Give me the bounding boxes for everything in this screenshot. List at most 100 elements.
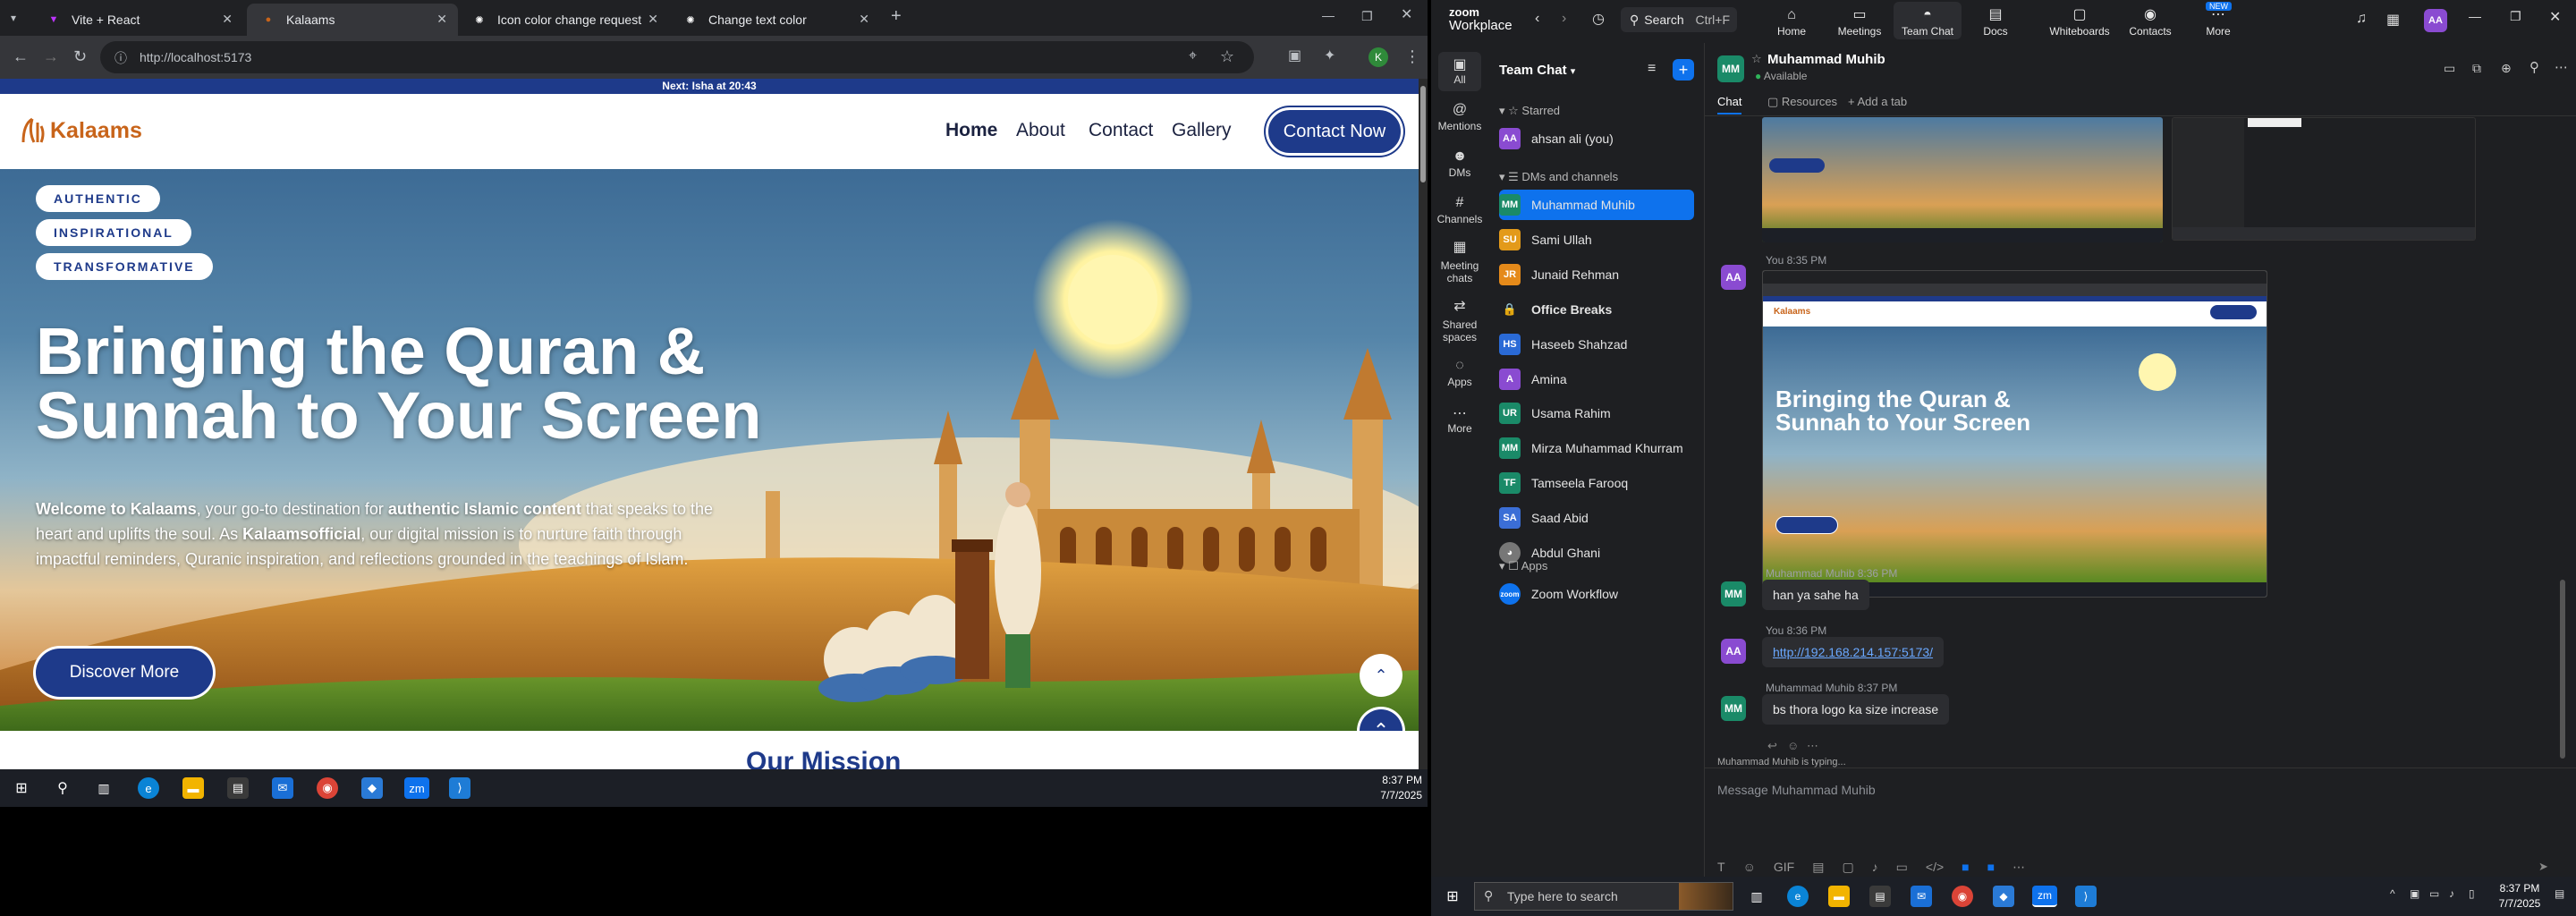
site-logo[interactable]: Kalaams [20,115,142,146]
top-tab-team-chat[interactable]: ◓ Team Chat [1894,2,1962,39]
app-icon[interactable]: ■ [1962,860,1969,875]
store-icon[interactable]: ▤ [227,777,249,799]
file-explorer-icon[interactable]: ▬ [182,777,204,799]
minimize-icon[interactable]: — [1322,7,1335,23]
location-icon[interactable]: ⌖ [1189,48,1197,64]
task-view-icon[interactable]: ▥ [1746,886,1767,907]
contact-now-button[interactable]: Contact Now [1268,110,1401,153]
mail-icon[interactable]: ✉ [1911,886,1932,907]
new-chat-button[interactable]: + [1673,59,1694,81]
rail-more[interactable]: ⋯ More [1431,404,1488,435]
scrollbar-thumb[interactable] [1420,86,1426,182]
chat-list-item-saad-abid[interactable]: SA Saad Abid [1499,503,1694,533]
history-icon[interactable]: ◷ [1592,10,1605,28]
user-avatar[interactable]: AA [2424,9,2447,32]
tab-vite[interactable]: ▼ Vite + React ✕ [32,4,243,36]
chat-list-item-muhammad-muhib[interactable]: MM Muhammad Muhib [1499,190,1694,220]
chrome-icon[interactable]: ◉ [317,777,338,799]
tray-chevron-icon[interactable]: ^ [2390,887,2395,900]
tab-change-text[interactable]: ✺ Change text color ✕ [669,4,880,36]
window-close-icon[interactable]: ✕ [1401,7,1412,23]
send-icon[interactable]: ➤ [2538,860,2548,874]
network-icon[interactable]: ▭ [2429,887,2439,900]
rail-channels[interactable]: # Channels [1431,195,1488,225]
nav-home[interactable]: Home [945,120,997,141]
peer-avatar[interactable]: MM [1717,55,1744,82]
msg4-avatar[interactable]: MM [1721,696,1746,721]
msg2-avatar[interactable]: MM [1721,581,1746,606]
rail-dms[interactable]: ☻ DMs [1431,148,1488,179]
msg4-bubble[interactable]: bs thora logo ka size increase [1762,694,1950,725]
video-message-icon[interactable]: ▭ [1896,860,1908,875]
maximize-icon[interactable]: ❐ [2510,9,2521,24]
maximize-icon[interactable]: ❐ [1361,8,1373,24]
msg2-bubble[interactable]: han ya sahe ha [1762,580,1869,610]
chat-list-item-haseeb-shahzad[interactable]: HS Haseeb Shahzad [1499,329,1694,360]
chat-list-item-tamseela-farooq[interactable]: TF Tamseela Farooq [1499,468,1694,498]
nav-gallery[interactable]: Gallery [1172,120,1232,141]
start-windows-icon[interactable]: ⊞ [1442,886,1463,907]
forward-icon[interactable]: → [43,48,59,64]
volume-icon[interactable]: ♪ [2449,887,2454,900]
tab-resources[interactable]: ▢ Resources [1767,95,1837,109]
rail-shared-spaces[interactable]: ⇄ Shared spaces [1431,300,1488,344]
tab-add[interactable]: + Add a tab [1848,95,1907,108]
close-icon[interactable]: ✕ [2549,8,2561,26]
msg1-avatar[interactable]: AA [1721,265,1746,290]
minimize-icon[interactable]: — [2469,9,2481,23]
attachment-image-zoom-earlier[interactable] [2172,117,2476,241]
tab-chat[interactable]: Chat [1717,95,1742,114]
tab-kalaams[interactable]: ● Kalaams ✕ [247,4,458,36]
msg3-avatar[interactable]: AA [1721,639,1746,664]
rail-mentions[interactable]: @ Mentions [1431,102,1488,132]
chat-list-item-sami-ullah[interactable]: SU Sami Ullah [1499,225,1694,255]
chat-scrollbar[interactable] [2560,580,2565,759]
nav-about[interactable]: About [1016,120,1065,141]
rail-meeting-chats[interactable]: ▦ Meeting chats [1431,241,1488,285]
close-icon[interactable]: ✕ [859,12,869,27]
team-chat-heading[interactable]: Team Chat ▾ [1499,63,1575,78]
video-call-icon[interactable]: ▭ [2444,61,2455,76]
tray-app-icon[interactable]: ▣ [2410,887,2419,900]
chat-list-item-junaid-rehman[interactable]: JR Junaid Rehman [1499,259,1694,290]
calendar-icon[interactable]: ▦ [2386,11,2400,29]
battery-icon[interactable]: ▯ [2469,887,2475,900]
vscode-alt-icon[interactable]: ◆ [361,777,383,799]
top-tab-meetings[interactable]: ▭ Meetings [1826,5,1894,38]
section-apps[interactable]: ▾ ☐ Apps [1499,559,1547,573]
starred-item[interactable]: AA ahsan ali (you) [1499,123,1694,154]
nav-contact[interactable]: Contact [1089,120,1153,141]
edge-icon[interactable]: e [138,777,159,799]
search-icon[interactable]: ⚲ [2529,59,2539,75]
app-2-icon[interactable]: ■ [1987,860,1995,875]
discover-more-button[interactable]: Discover More [36,649,213,697]
rail-all[interactable]: ▣ All [1438,52,1481,91]
close-icon[interactable]: ✕ [222,12,233,27]
extension-icon[interactable]: ▣ [1288,48,1301,64]
app-item-zoom-workflow[interactable]: zoom Zoom Workflow [1499,579,1694,609]
attach-file-icon[interactable]: ▤ [1812,860,1824,875]
zoom-taskbar-icon[interactable]: zm [404,777,429,799]
screenshot-icon[interactable]: ▢ [1842,860,1853,875]
screen-share-icon[interactable]: ⧉ [2472,61,2481,76]
emoji-react-icon[interactable]: ☺ [1787,739,1799,752]
new-tab-icon[interactable]: + [891,7,902,25]
top-tab-more[interactable]: NEW ⋯ More [2184,2,2252,38]
attachment-image-kalaams-screenshot[interactable]: Kalaams Bringing the Quran & Sunnah to Yo… [1762,270,2267,598]
top-tab-whiteboards[interactable]: ▢ Whiteboards [2039,5,2120,38]
section-dms-channels[interactable]: ▾ ☰ DMs and channels [1499,170,1618,184]
chrome-icon[interactable]: ◉ [1952,886,1973,907]
chat-list-item-usama-rahim[interactable]: UR Usama Rahim [1499,398,1694,428]
emoji-icon[interactable]: ☺ [1743,860,1756,875]
attachment-image-kalaams-earlier[interactable] [1762,117,2163,242]
back-icon[interactable]: ‹ [1535,11,1539,27]
composer-more-icon[interactable]: ⋯ [2012,860,2025,875]
top-tab-contacts[interactable]: ◉ Contacts [2116,5,2184,38]
star-icon[interactable]: ☆ [1751,52,1762,66]
composer-input[interactable]: Message Muhammad Muhib [1717,783,1876,797]
mail-icon[interactable]: ✉ [272,777,293,799]
gif-icon[interactable]: GIF [1774,860,1794,875]
vscode-alt-icon[interactable]: ◆ [1993,886,2014,907]
format-text-icon[interactable]: T [1717,860,1725,875]
back-icon[interactable]: ← [13,48,29,64]
